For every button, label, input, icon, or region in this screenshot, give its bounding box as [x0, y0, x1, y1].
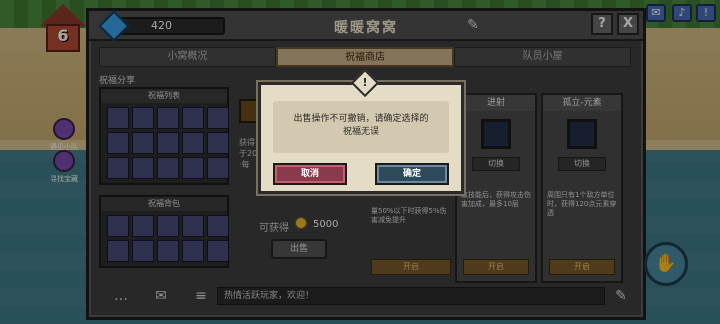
- dialog-message-line: 祝福无误: [342, 127, 379, 137]
- cancel-button[interactable]: 取消: [273, 163, 347, 185]
- dialog-message-line: 出售操作不可撤销，请确定选择的: [293, 114, 429, 124]
- confirm-button[interactable]: 确定: [375, 163, 449, 185]
- confirm-sell-dialog: ! 出售操作不可撤销，请确定选择的 祝福无误 取消 确定: [258, 68, 464, 194]
- dialog-message: 出售操作不可撤销，请确定选择的 祝福无误: [273, 101, 449, 153]
